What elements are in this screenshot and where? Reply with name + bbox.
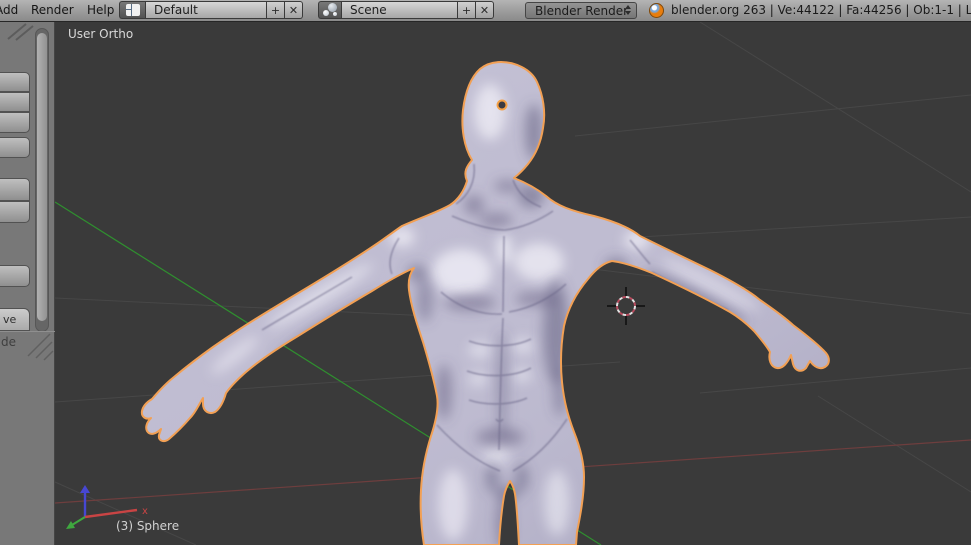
scene-statistics: blender.org 263 | Ve:44122 | Fa:44256 | … (671, 3, 971, 17)
scene-browse-button[interactable] (318, 1, 341, 19)
panel-corner-widget[interactable] (6, 23, 36, 41)
delete-scene-button[interactable]: ✕ (476, 1, 494, 19)
menu-add[interactable]: Add (0, 3, 18, 17)
editor-type-button[interactable] (119, 1, 145, 19)
add-scene-button[interactable]: + (458, 1, 476, 19)
active-object-label: (3) Sphere (116, 519, 180, 533)
view-name-label: User Ortho (68, 27, 134, 41)
screen-layout-selector: Default + ✕ (119, 1, 303, 19)
scrollbar-thumb[interactable] (37, 33, 47, 321)
tool-button-partial[interactable]: ve (0, 308, 30, 331)
operator-panel-label: de (1, 335, 16, 349)
screen-layout-icon (125, 4, 140, 16)
tool-shelf-scrollbar[interactable] (35, 28, 49, 332)
menu-help[interactable]: Help (87, 3, 114, 17)
tool-button[interactable] (0, 92, 30, 112)
gizmo-x-label: x (142, 506, 148, 517)
render-engine-value: Blender Render (535, 3, 629, 18)
tool-button[interactable] (0, 265, 30, 287)
scene-name-field[interactable]: Scene (341, 1, 458, 19)
screen-layout-name-field[interactable]: Default (145, 1, 267, 19)
object-origin-dot (496, 99, 508, 111)
tool-shelf: ve de (0, 22, 55, 545)
tool-button[interactable] (0, 112, 30, 133)
scene-icon (321, 3, 339, 17)
info-header: Add Render Help Default + ✕ Scene + ✕ Bl… (0, 0, 971, 22)
viewport-canvas[interactable]: x (0, 0, 971, 545)
tool-button[interactable] (0, 201, 30, 223)
dropdown-arrows-icon (625, 5, 631, 15)
tool-button[interactable] (0, 137, 30, 158)
tool-button[interactable] (0, 72, 30, 92)
menu-render[interactable]: Render (31, 3, 74, 17)
operator-panel: de (0, 331, 55, 545)
panel-resize-handle-icon[interactable] (24, 332, 54, 362)
add-layout-button[interactable]: + (267, 1, 285, 19)
delete-layout-button[interactable]: ✕ (285, 1, 303, 19)
blender-window: x User Ortho (3) Sphere ve de dd Render … (0, 0, 971, 545)
blender-logo-icon (649, 3, 664, 18)
tool-button[interactable] (0, 178, 30, 201)
scene-selector: Scene + ✕ (318, 1, 494, 19)
render-engine-select[interactable]: Blender Render (525, 2, 637, 19)
